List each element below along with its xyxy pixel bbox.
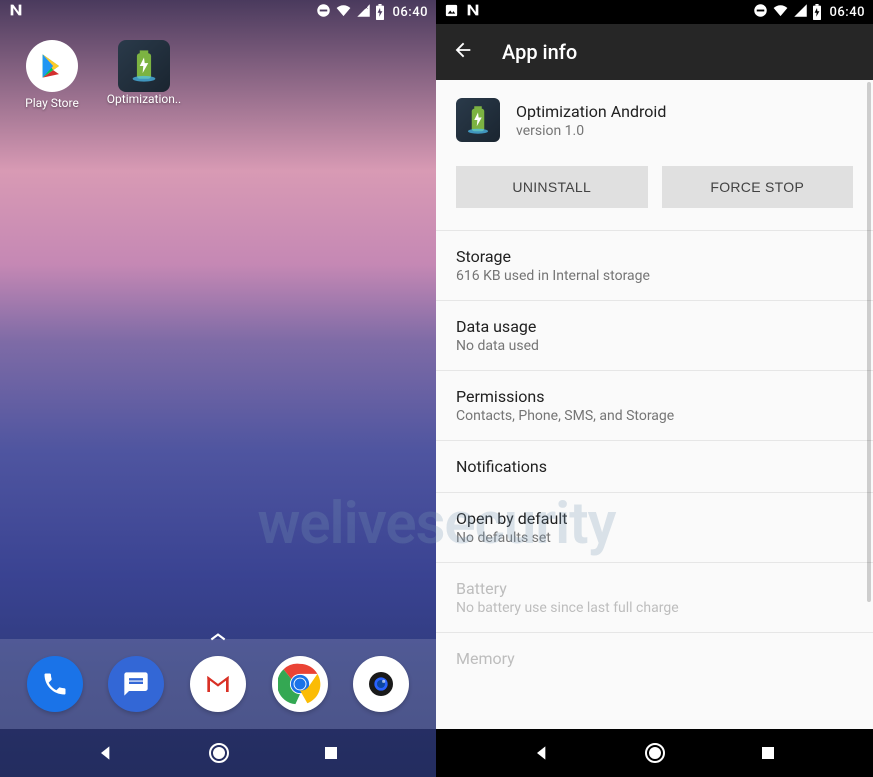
app-header: Optimization Android version 1.0 bbox=[436, 80, 873, 156]
battery-charging-icon bbox=[812, 4, 822, 20]
nav-recents[interactable] bbox=[759, 744, 777, 762]
navigation-bar bbox=[0, 729, 436, 777]
navigation-bar bbox=[436, 729, 873, 777]
dnd-icon bbox=[316, 3, 331, 22]
android-n-icon bbox=[465, 2, 481, 22]
item-memory: Memory bbox=[436, 633, 873, 684]
dock-messages[interactable] bbox=[108, 656, 164, 712]
app-label: Optimization.. bbox=[107, 92, 181, 106]
item-title: Memory bbox=[456, 649, 853, 668]
android-n-icon bbox=[8, 2, 24, 22]
item-notifications[interactable]: Notifications bbox=[436, 441, 873, 492]
item-storage[interactable]: Storage 616 KB used in Internal storage bbox=[436, 231, 873, 300]
dock-camera[interactable] bbox=[353, 656, 409, 712]
item-battery: Battery No battery use since last full c… bbox=[436, 563, 873, 632]
item-title: Notifications bbox=[456, 457, 853, 476]
item-subtitle: No battery use since last full charge bbox=[456, 600, 853, 616]
uninstall-button[interactable]: UNINSTALL bbox=[456, 166, 648, 208]
nav-home[interactable] bbox=[207, 741, 231, 765]
item-permissions[interactable]: Permissions Contacts, Phone, SMS, and St… bbox=[436, 371, 873, 440]
item-subtitle: No defaults set bbox=[456, 530, 853, 546]
scrollbar[interactable] bbox=[867, 82, 871, 602]
optimization-icon bbox=[118, 40, 170, 92]
status-bar: × 06:40 bbox=[0, 0, 436, 24]
item-title: Data usage bbox=[456, 317, 853, 336]
back-arrow-icon[interactable] bbox=[452, 39, 474, 65]
app-info-screen: 06:40 App info Optimization Android vers… bbox=[436, 0, 873, 777]
wifi-icon bbox=[335, 3, 352, 22]
battery-charging-icon bbox=[375, 4, 385, 20]
status-time: 06:40 bbox=[393, 5, 428, 20]
item-data-usage[interactable]: Data usage No data used bbox=[436, 301, 873, 370]
page-title: App info bbox=[502, 40, 577, 64]
app-name: Optimization Android bbox=[516, 102, 666, 121]
nav-back[interactable] bbox=[532, 743, 552, 763]
item-title: Open by default bbox=[456, 509, 853, 528]
action-buttons: UNINSTALL FORCE STOP bbox=[436, 156, 873, 230]
dock bbox=[0, 639, 436, 729]
play-store-icon bbox=[26, 40, 78, 92]
item-subtitle: No data used bbox=[456, 338, 853, 354]
dnd-icon bbox=[753, 3, 768, 22]
app-optimization[interactable]: Optimization.. bbox=[112, 40, 176, 110]
image-notif-icon bbox=[444, 3, 459, 22]
item-subtitle: 616 KB used in Internal storage bbox=[456, 268, 853, 284]
status-time: 06:40 bbox=[830, 5, 865, 20]
cell-signal-icon bbox=[793, 3, 808, 22]
status-bar: 06:40 bbox=[436, 0, 873, 24]
item-title: Battery bbox=[456, 579, 853, 598]
wifi-icon bbox=[772, 3, 789, 22]
app-version: version 1.0 bbox=[516, 123, 666, 139]
nav-home[interactable] bbox=[643, 741, 667, 765]
nav-recents[interactable] bbox=[322, 744, 340, 762]
force-stop-button[interactable]: FORCE STOP bbox=[662, 166, 854, 208]
item-title: Permissions bbox=[456, 387, 853, 406]
nav-back[interactable] bbox=[96, 743, 116, 763]
dock-phone[interactable] bbox=[27, 656, 83, 712]
item-open-by-default[interactable]: Open by default No defaults set bbox=[436, 493, 873, 562]
cell-signal-icon: × bbox=[356, 3, 371, 22]
home-app-grid: Play Store Optimization.. bbox=[20, 40, 176, 110]
app-icon bbox=[456, 98, 500, 142]
item-title: Storage bbox=[456, 247, 853, 266]
app-play-store[interactable]: Play Store bbox=[20, 40, 84, 110]
dock-gmail[interactable] bbox=[190, 656, 246, 712]
toolbar: App info bbox=[436, 24, 873, 80]
home-screen: × 06:40 Play Store Optimization.. bbox=[0, 0, 436, 777]
item-subtitle: Contacts, Phone, SMS, and Storage bbox=[456, 408, 853, 424]
app-label: Play Store bbox=[25, 96, 79, 110]
app-info-content[interactable]: Optimization Android version 1.0 UNINSTA… bbox=[436, 80, 873, 729]
dock-chrome[interactable] bbox=[272, 656, 328, 712]
